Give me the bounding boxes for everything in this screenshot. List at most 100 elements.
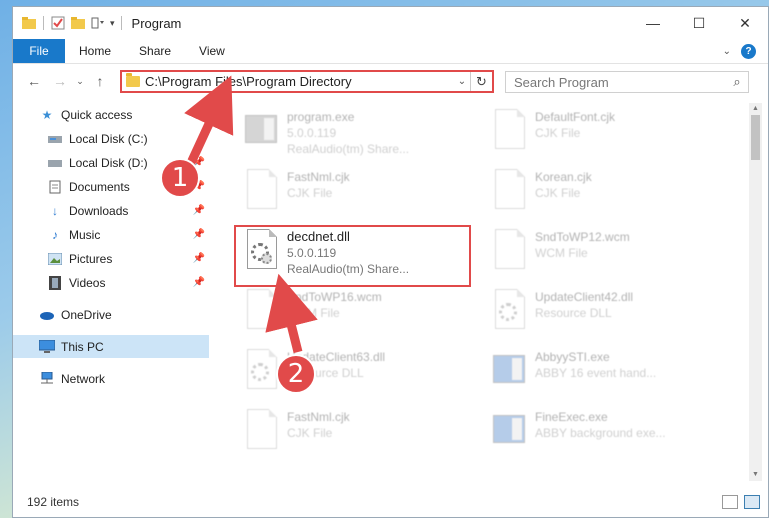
new-folder-icon[interactable] — [70, 15, 86, 31]
file-item[interactable]: AbbyySTI.exe ABBY 16 event hand... — [491, 349, 656, 393]
sidebar-item-label: Videos — [69, 275, 106, 290]
details-view-icon[interactable] — [722, 495, 738, 509]
app-icon — [243, 109, 279, 153]
download-icon: ↓ — [52, 203, 58, 218]
pin-icon[interactable]: 📌 — [193, 205, 205, 216]
scrollbar-thumb[interactable] — [751, 115, 760, 160]
pin-icon[interactable]: 📌 — [193, 277, 205, 288]
document-icon — [243, 169, 279, 213]
file-item[interactable]: UpdateClient42.dll Resource DLL — [491, 289, 633, 333]
file-item[interactable]: Korean.cjk CJK File — [491, 169, 592, 213]
document-icon — [243, 289, 279, 333]
sidebar-item-label: Local Disk (D:) — [69, 155, 148, 170]
vertical-scrollbar[interactable]: ▲ ▼ — [749, 103, 762, 481]
refresh-icon[interactable]: ↻ — [470, 72, 492, 91]
sidebar-item-pictures[interactable]: Pictures 📌 — [13, 247, 209, 270]
dll-gear-icon — [491, 289, 527, 333]
recent-locations-chevron-icon[interactable]: ⌄ — [73, 76, 87, 87]
file-name: Korean.cjk — [535, 170, 592, 184]
document-icon — [491, 169, 527, 213]
file-name: FastNml.cjk — [287, 410, 350, 424]
computer-icon — [39, 340, 55, 354]
star-icon: ★ — [41, 107, 53, 122]
help-icon[interactable]: ? — [741, 43, 756, 59]
file-item[interactable]: FineExec.exe ABBY background exe... — [491, 409, 666, 453]
file-name: UpdateClient42.dll — [535, 290, 634, 304]
sidebar-item-local-disk-c[interactable]: Local Disk (C:) — [13, 127, 209, 150]
videos-icon — [47, 275, 63, 290]
file-version: 5.0.0.119 — [287, 246, 337, 260]
sidebar-item-videos[interactable]: Videos 📌 — [13, 271, 209, 294]
document-icon — [491, 109, 527, 153]
file-description: RealAudio(tm) Share... — [287, 142, 410, 156]
pictures-icon — [47, 252, 63, 266]
chevron-down-icon[interactable]: ▾ — [110, 18, 115, 29]
document-icon — [491, 229, 527, 273]
search-icon[interactable]: ⌕ — [726, 74, 748, 90]
back-arrow-icon[interactable]: ← — [21, 73, 47, 89]
up-arrow-icon[interactable]: ↑ — [87, 73, 113, 89]
ribbon-tabs: File Home Share View ⌄ ? — [13, 39, 768, 64]
view-toggle — [722, 495, 760, 509]
forward-arrow-icon[interactable]: → — [47, 73, 73, 89]
maximize-button[interactable]: ☐ — [676, 7, 722, 39]
sidebar-item-music[interactable]: ♪ Music 📌 — [13, 223, 209, 246]
tab-share[interactable]: Share — [125, 39, 185, 63]
sidebar-item-this-pc[interactable]: This PC — [13, 335, 209, 358]
address-path[interactable]: C:\Program Files\Program Directory — [145, 74, 454, 89]
file-item[interactable]: SndToWP16.wcm WCM File — [243, 289, 382, 333]
file-view: program.exe 5.0.0.119 RealAudio(tm) Share.… — [223, 103, 743, 487]
tab-file[interactable]: File — [13, 39, 65, 63]
sidebar-item-label: Documents — [69, 179, 130, 194]
properties-icon[interactable] — [50, 15, 66, 31]
pin-icon[interactable]: 📌 — [193, 253, 205, 264]
sidebar-item-downloads[interactable]: ↓ Downloads 📌 — [13, 199, 209, 222]
window-controls: — ☐ ✕ — [630, 7, 768, 39]
network-icon — [39, 371, 55, 386]
large-icons-view-icon[interactable] — [744, 495, 760, 509]
file-item[interactable]: program.exe 5.0.0.119 RealAudio(tm) Share.… — [243, 109, 409, 157]
file-type: WCM File — [287, 306, 340, 320]
file-item[interactable]: DefaultFont.cjk CJK File — [491, 109, 615, 153]
dll-gear-icon — [243, 229, 279, 273]
app-icon — [491, 409, 527, 453]
app-icon — [491, 349, 527, 393]
file-version: 5.0.0.119 — [287, 126, 337, 140]
search-placeholder[interactable]: Search Program — [514, 75, 726, 90]
sidebar-item-quick-access[interactable]: ★ Quick access — [13, 103, 209, 126]
item-count: 192 items — [27, 495, 80, 509]
sidebar-item-network[interactable]: Network — [13, 367, 209, 390]
expand-ribbon-icon[interactable]: ⌄ — [723, 46, 731, 57]
file-item[interactable]: FastNml.cjk CJK File — [243, 409, 350, 453]
address-bar[interactable]: C:\Program Files\Program Directory ⌄ ↻ — [120, 70, 494, 93]
drive-icon — [47, 156, 63, 170]
minimize-button[interactable]: — — [630, 7, 676, 39]
file-item-decdnet-dll[interactable]: decdnet.dll 5.0.0.119 RealAudio(tm) Share.… — [243, 229, 409, 277]
file-type: CJK File — [535, 186, 581, 200]
scroll-down-icon[interactable]: ▼ — [749, 469, 762, 481]
search-input[interactable]: Search Program ⌕ — [505, 71, 749, 93]
quick-access-toolbar: ▾ — [13, 7, 124, 39]
file-item[interactable]: FastNml.cjk CJK File — [243, 169, 350, 213]
tab-home[interactable]: Home — [65, 39, 125, 63]
folder-icon — [126, 73, 140, 87]
file-type: WCM File — [535, 246, 588, 260]
file-name: FineExec.exe — [535, 410, 608, 424]
ribbon-right: ⌄ ? — [723, 39, 768, 63]
customize-toolbar-icon[interactable] — [90, 15, 106, 31]
sidebar-item-label: OneDrive — [61, 307, 112, 322]
sidebar-item-label: Quick access — [61, 107, 133, 122]
step-2-badge: 2 — [276, 354, 316, 394]
status-bar: 192 items — [13, 487, 768, 517]
tab-view[interactable]: View — [185, 39, 239, 63]
sidebar-item-onedrive[interactable]: OneDrive — [13, 303, 209, 326]
file-item[interactable]: SndToWP12.wcm WCM File — [491, 229, 630, 273]
address-dropdown-icon[interactable]: ⌄ — [454, 76, 470, 87]
toolbar-divider — [120, 16, 122, 30]
scroll-up-icon[interactable]: ▲ — [749, 103, 762, 115]
file-type: CJK File — [287, 186, 333, 200]
pin-icon[interactable]: 📌 — [193, 229, 205, 240]
sidebar-item-label: Pictures — [69, 251, 113, 266]
file-description: RealAudio(tm) Share... — [287, 262, 410, 276]
close-button[interactable]: ✕ — [722, 7, 768, 39]
